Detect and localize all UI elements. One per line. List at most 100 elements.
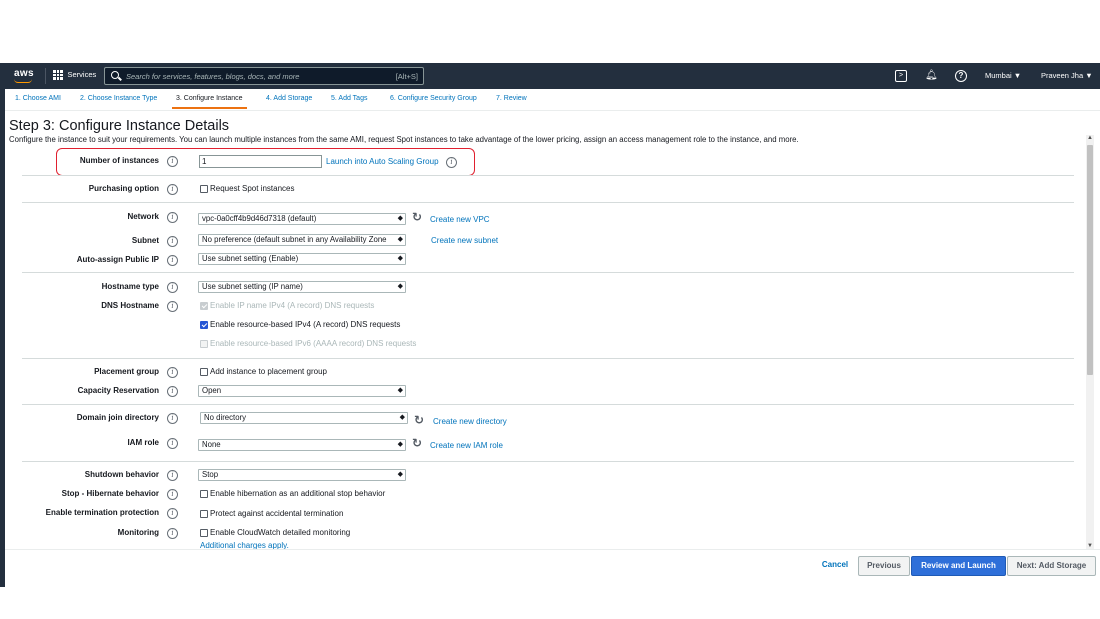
- domain-join-value: No directory: [204, 413, 247, 422]
- search-placeholder: Search for services, features, blogs, do…: [126, 72, 300, 81]
- checkbox-box: [200, 339, 208, 348]
- domain-join-label: Domain join directory: [76, 413, 159, 422]
- info-icon[interactable]: i: [167, 301, 178, 312]
- tab-choose-ami[interactable]: 1. Choose AMI: [15, 95, 61, 102]
- monitoring-checkbox[interactable]: Enable CloudWatch detailed monitoring: [200, 528, 350, 537]
- info-icon[interactable]: i: [167, 508, 178, 519]
- dns-resource-ipv6-checkbox[interactable]: Enable resource-based IPv6 (AAAA record)…: [200, 339, 416, 348]
- info-icon[interactable]: i: [167, 184, 178, 195]
- info-icon[interactable]: i: [167, 282, 178, 293]
- iam-role-select[interactable]: None ◆: [198, 439, 406, 451]
- services-menu[interactable]: Services: [53, 70, 96, 80]
- select-arrow-icon: ◆: [396, 470, 403, 480]
- create-new-iam-role-link[interactable]: Create new IAM role: [430, 441, 503, 450]
- scrollbar[interactable]: ▲ ▼: [1086, 135, 1094, 549]
- number-of-instances-input[interactable]: 1: [199, 155, 322, 168]
- page-title: Step 3: Configure Instance Details: [9, 118, 230, 134]
- dns-hostname-label: DNS Hostname: [101, 301, 159, 310]
- subnet-select[interactable]: No preference (default subnet in any Ava…: [198, 234, 406, 246]
- launch-auto-scaling-link[interactable]: Launch into Auto Scaling Group: [326, 157, 439, 166]
- user-menu[interactable]: Praveen Jha ▼: [1041, 71, 1093, 80]
- dns-resource-ipv4-checkbox[interactable]: Enable resource-based IPv4 (A record) DN…: [200, 320, 400, 329]
- subnet-label: Subnet: [131, 236, 159, 245]
- bell-icon[interactable]: 🔔︎: [925, 70, 938, 82]
- create-new-vpc-link[interactable]: Create new VPC: [430, 215, 490, 224]
- domain-join-select[interactable]: No directory ◆: [200, 412, 408, 424]
- divider: [22, 461, 1074, 462]
- public-ip-select[interactable]: Use subnet setting (Enable) ◆: [198, 253, 406, 265]
- placement-group-text: Add instance to placement group: [210, 367, 327, 376]
- create-new-directory-link[interactable]: Create new directory: [433, 417, 507, 426]
- shutdown-behavior-select[interactable]: Stop ◆: [198, 469, 406, 481]
- purchasing-option-label: Purchasing option: [88, 184, 159, 193]
- termination-protection-checkbox[interactable]: Protect against accidental termination: [200, 509, 343, 518]
- tab-configure-instance[interactable]: 3. Configure Instance: [172, 95, 247, 109]
- tab-review[interactable]: 7. Review: [496, 95, 527, 102]
- info-icon[interactable]: i: [167, 236, 178, 247]
- checkbox-box: [200, 367, 208, 376]
- info-icon[interactable]: i: [167, 489, 178, 500]
- divider: [22, 202, 1074, 203]
- region-selector[interactable]: Mumbai ▼: [985, 71, 1021, 80]
- scroll-up-icon[interactable]: ▲: [1087, 135, 1093, 141]
- info-icon[interactable]: i: [167, 212, 178, 223]
- search-input[interactable]: Search for services, features, blogs, do…: [104, 67, 424, 85]
- page-description: Configure the instance to suit your requ…: [9, 135, 799, 144]
- tab-add-tags[interactable]: 5. Add Tags: [331, 95, 367, 102]
- tab-choose-instance-type[interactable]: 2. Choose Instance Type: [80, 95, 157, 102]
- info-icon[interactable]: i: [446, 157, 457, 168]
- request-spot-checkbox[interactable]: Request Spot instances: [200, 184, 295, 193]
- select-arrow-icon: ◆: [396, 440, 403, 450]
- next-add-storage-button[interactable]: Next: Add Storage: [1007, 556, 1096, 576]
- select-arrow-icon: ◆: [396, 282, 403, 292]
- create-new-subnet-link[interactable]: Create new subnet: [431, 236, 498, 245]
- tab-add-storage[interactable]: 4. Add Storage: [266, 95, 312, 102]
- refresh-icon[interactable]: ↻: [412, 211, 422, 223]
- aws-logo[interactable]: aws: [14, 68, 34, 83]
- refresh-icon[interactable]: ↻: [414, 414, 424, 426]
- divider: [22, 175, 1074, 176]
- info-icon[interactable]: i: [167, 367, 178, 378]
- grid-icon: [53, 70, 63, 80]
- checkbox-box: [200, 184, 208, 193]
- refresh-icon[interactable]: ↻: [412, 437, 422, 449]
- info-icon[interactable]: i: [167, 255, 178, 266]
- hostname-type-select[interactable]: Use subnet setting (IP name) ◆: [198, 281, 406, 293]
- shutdown-behavior-value: Stop: [202, 470, 219, 479]
- checkbox-box: [200, 528, 208, 537]
- dns-ip-name-checkbox[interactable]: Enable IP name IPv4 (A record) DNS reque…: [200, 301, 374, 310]
- previous-button[interactable]: Previous: [858, 556, 910, 576]
- termination-protection-label: Enable termination protection: [45, 508, 159, 517]
- info-icon[interactable]: i: [167, 413, 178, 424]
- hibernate-checkbox[interactable]: Enable hibernation as an additional stop…: [200, 489, 385, 498]
- monitoring-text: Enable CloudWatch detailed monitoring: [210, 528, 351, 537]
- review-and-launch-button[interactable]: Review and Launch: [911, 556, 1006, 576]
- divider: [22, 358, 1074, 359]
- scroll-thumb[interactable]: [1087, 145, 1093, 375]
- public-ip-label: Auto-assign Public IP: [76, 255, 159, 264]
- dns-resource-ipv6-label: Enable resource-based IPv6 (AAAA record)…: [210, 339, 417, 348]
- select-arrow-icon: ◆: [396, 386, 403, 396]
- select-arrow-icon: ◆: [396, 235, 403, 245]
- network-label: Network: [127, 212, 159, 221]
- aws-smile-icon: [14, 79, 32, 83]
- info-icon[interactable]: i: [167, 528, 178, 539]
- hostname-type-value: Use subnet setting (IP name): [202, 282, 303, 291]
- termination-protection-text: Protect against accidental termination: [210, 509, 344, 518]
- capacity-reservation-select[interactable]: Open ◆: [198, 385, 406, 397]
- divider: [22, 404, 1074, 405]
- info-icon[interactable]: i: [167, 438, 178, 449]
- network-value: vpc-0a0cff4b9d46d7318 (default): [202, 214, 317, 223]
- info-icon[interactable]: i: [167, 386, 178, 397]
- tab-configure-security-group[interactable]: 6. Configure Security Group: [390, 95, 477, 102]
- network-select[interactable]: vpc-0a0cff4b9d46d7318 (default) ◆: [198, 213, 406, 225]
- aws-top-nav: aws Services Search for services, featur…: [5, 63, 1100, 89]
- capacity-reservation-label: Capacity Reservation: [77, 386, 159, 395]
- cloudshell-icon[interactable]: >: [895, 70, 907, 82]
- placement-group-checkbox[interactable]: Add instance to placement group: [200, 367, 327, 376]
- cancel-button[interactable]: Cancel: [817, 556, 853, 576]
- help-icon[interactable]: ?: [955, 70, 967, 82]
- info-icon[interactable]: i: [167, 470, 178, 481]
- info-icon[interactable]: i: [167, 156, 178, 167]
- nav-separator: [45, 68, 46, 84]
